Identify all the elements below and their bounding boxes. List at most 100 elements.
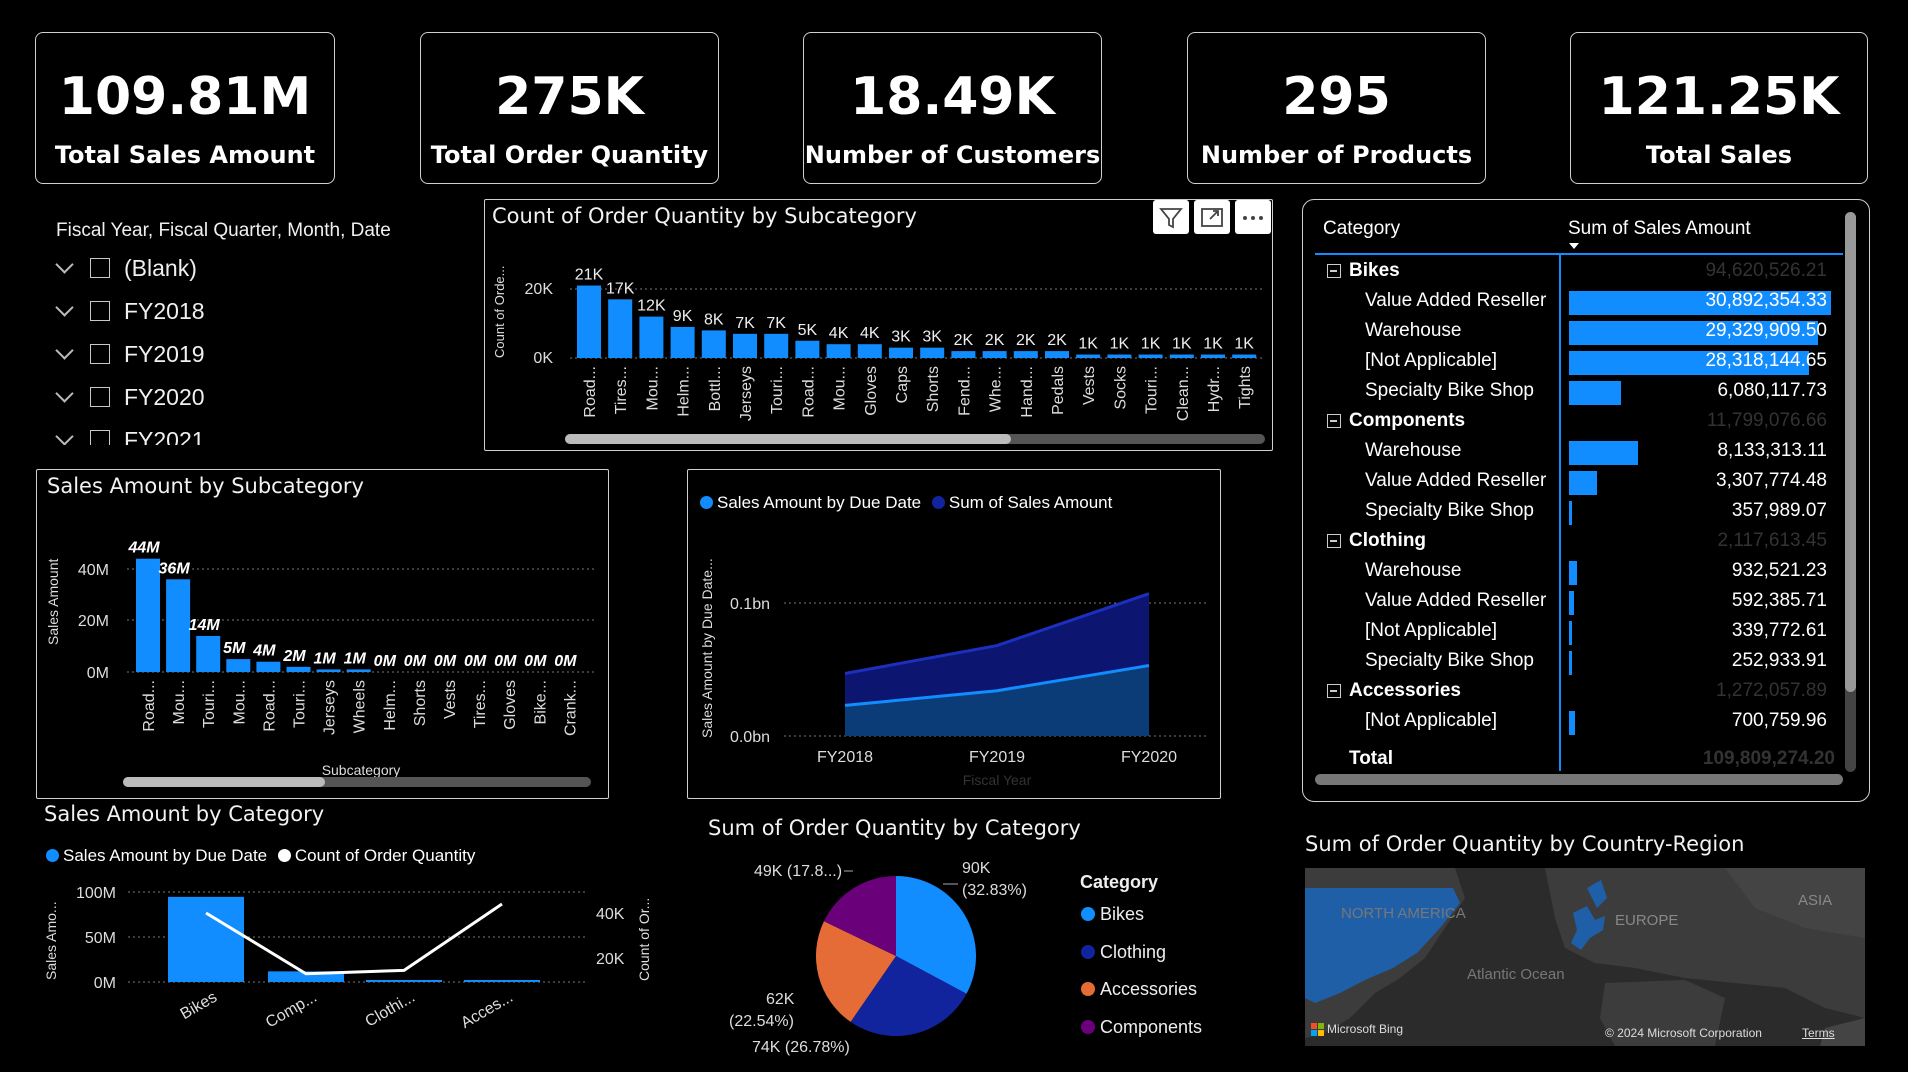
table-row[interactable]: Specialty Bike Shop 357,989.07 <box>1303 498 1863 526</box>
bar[interactable] <box>920 347 945 358</box>
x-tick-label: Touri... <box>292 680 309 728</box>
bar[interactable] <box>1201 354 1225 358</box>
slicer-item-fy2019[interactable]: FY2019 <box>54 339 205 369</box>
vertical-scrollbar[interactable] <box>1845 212 1856 772</box>
row-value: 700,759.96 <box>1731 710 1827 731</box>
chevron-down-icon[interactable] <box>54 429 76 445</box>
horizontal-scrollbar[interactable] <box>1315 774 1843 785</box>
table-group-row[interactable]: Bikes 94,620,526.21 <box>1303 258 1863 286</box>
x-tick-label: Helm... <box>676 366 693 417</box>
slicer-item-fy2021[interactable]: FY2021 <box>54 425 205 445</box>
scrollbar-thumb[interactable] <box>123 777 325 787</box>
bar[interactable] <box>464 980 540 982</box>
table-group-row[interactable]: Components 11,799,076.66 <box>1303 408 1863 436</box>
slicer-item-fy2018[interactable]: FY2018 <box>54 296 205 326</box>
table-group-row[interactable]: Accessories 1,272,057.89 <box>1303 678 1863 706</box>
x-tick-label: Helm... <box>382 680 399 731</box>
bar[interactable] <box>1076 354 1101 358</box>
x-tick-label: Shorts <box>925 366 942 412</box>
bar[interactable] <box>168 896 244 982</box>
bar[interactable] <box>1013 351 1038 358</box>
table-row[interactable]: Warehouse 932,521.23 <box>1303 558 1863 586</box>
bar[interactable] <box>226 659 251 672</box>
bar[interactable] <box>1107 354 1132 358</box>
collapse-icon[interactable] <box>1327 534 1341 548</box>
pie-plot: 90K (32.83%) 74K (26.78%) 62K (22.54%) 4… <box>729 860 1202 1056</box>
slicer-item-blank[interactable]: (Blank) <box>54 253 197 283</box>
x-tick-label: Whe... <box>988 366 1005 412</box>
collapse-icon[interactable] <box>1327 264 1341 278</box>
bar[interactable] <box>366 980 442 982</box>
bar[interactable] <box>1138 354 1163 358</box>
checkbox[interactable] <box>90 387 110 407</box>
row-label: [Not Applicable] <box>1365 710 1498 731</box>
data-label: 2K <box>954 332 974 349</box>
bar[interactable] <box>196 635 221 672</box>
x-tick-label: Touri... <box>769 366 786 414</box>
bar[interactable] <box>346 669 371 672</box>
x-tick-label: Clothi... <box>363 989 418 1031</box>
x-tick-label: Touri... <box>1144 366 1161 414</box>
bar[interactable] <box>166 579 191 672</box>
kpi-value: 275K <box>495 67 644 127</box>
bar[interactable] <box>795 340 820 358</box>
bar[interactable] <box>889 347 913 358</box>
data-label: 1K <box>1078 336 1098 353</box>
bar[interactable] <box>577 285 601 358</box>
checkbox[interactable] <box>90 344 110 364</box>
table-row[interactable]: Value Added Reseller 592,385.71 <box>1303 588 1863 616</box>
bar[interactable] <box>286 666 311 672</box>
bar[interactable] <box>1169 354 1194 358</box>
y-axis-label: Count of Orde... <box>492 266 507 359</box>
bar[interactable] <box>316 669 341 672</box>
x-tick-label: Mou... <box>644 366 661 410</box>
table-row[interactable]: [Not Applicable] 28,318,144.65 <box>1303 348 1863 376</box>
row-value: 2,117,613.45 <box>1717 530 1827 551</box>
scrollbar-thumb[interactable] <box>565 434 1011 444</box>
table-row[interactable]: Warehouse 8,133,313.11 <box>1303 438 1863 466</box>
data-label: 36M <box>159 560 191 577</box>
microsoft-logo-icon <box>1311 1022 1324 1036</box>
bar[interactable] <box>857 344 882 358</box>
bar[interactable] <box>733 333 757 358</box>
table-row[interactable]: [Not Applicable] 339,772.61 <box>1303 618 1863 646</box>
bar[interactable] <box>136 558 160 672</box>
map-terms-link[interactable]: Terms <box>1802 1026 1835 1040</box>
table-group-row[interactable]: Clothing 2,117,613.45 <box>1303 528 1863 556</box>
line-order-quantity[interactable] <box>205 902 503 976</box>
checkbox[interactable] <box>90 258 110 278</box>
table-row[interactable]: Value Added Reseller 30,892,354.33 <box>1303 288 1863 316</box>
bar[interactable] <box>608 299 633 358</box>
chevron-down-icon[interactable] <box>54 386 76 408</box>
chevron-down-icon[interactable] <box>54 257 76 279</box>
bar[interactable] <box>951 351 976 358</box>
table-row[interactable]: [Not Applicable] 700,759.96 <box>1303 708 1863 736</box>
table-row[interactable]: Specialty Bike Shop 6,080,117.73 <box>1303 378 1863 406</box>
checkbox[interactable] <box>90 301 110 321</box>
bar[interactable] <box>1045 351 1069 358</box>
collapse-icon[interactable] <box>1327 414 1341 428</box>
vertical-scrollbar-thumb[interactable] <box>1845 212 1856 692</box>
bar[interactable] <box>982 351 1007 358</box>
bar[interactable] <box>826 344 851 358</box>
checkbox[interactable] <box>90 430 110 445</box>
data-label: 1K <box>1110 336 1130 353</box>
order-quantity-subcategory-chart: Count of Order Quantity by Subcategory C… <box>484 199 1273 451</box>
map-canvas[interactable]: NORTH AMERICA EUROPE ASIA Atlantic Ocean… <box>1305 868 1865 1046</box>
bar[interactable] <box>256 661 281 672</box>
sales-due-date-area-chart: Sales Amount by Due Date Sum of Sales Am… <box>687 469 1221 799</box>
total-label: Total <box>1349 748 1393 769</box>
bar[interactable] <box>670 326 695 358</box>
y-tick-0k: 0K <box>533 350 553 367</box>
table-row[interactable]: Value Added Reseller 3,307,774.48 <box>1303 468 1863 496</box>
bar[interactable] <box>639 316 664 358</box>
collapse-icon[interactable] <box>1327 684 1341 698</box>
bar[interactable] <box>764 333 789 358</box>
table-row[interactable]: Specialty Bike Shop 252,933.91 <box>1303 648 1863 676</box>
slicer-item-fy2020[interactable]: FY2020 <box>54 382 205 412</box>
chevron-down-icon[interactable] <box>54 300 76 322</box>
bar[interactable] <box>701 330 726 358</box>
table-row[interactable]: Warehouse 29,329,909.50 <box>1303 318 1863 346</box>
bar[interactable] <box>1232 354 1257 358</box>
chevron-down-icon[interactable] <box>54 343 76 365</box>
